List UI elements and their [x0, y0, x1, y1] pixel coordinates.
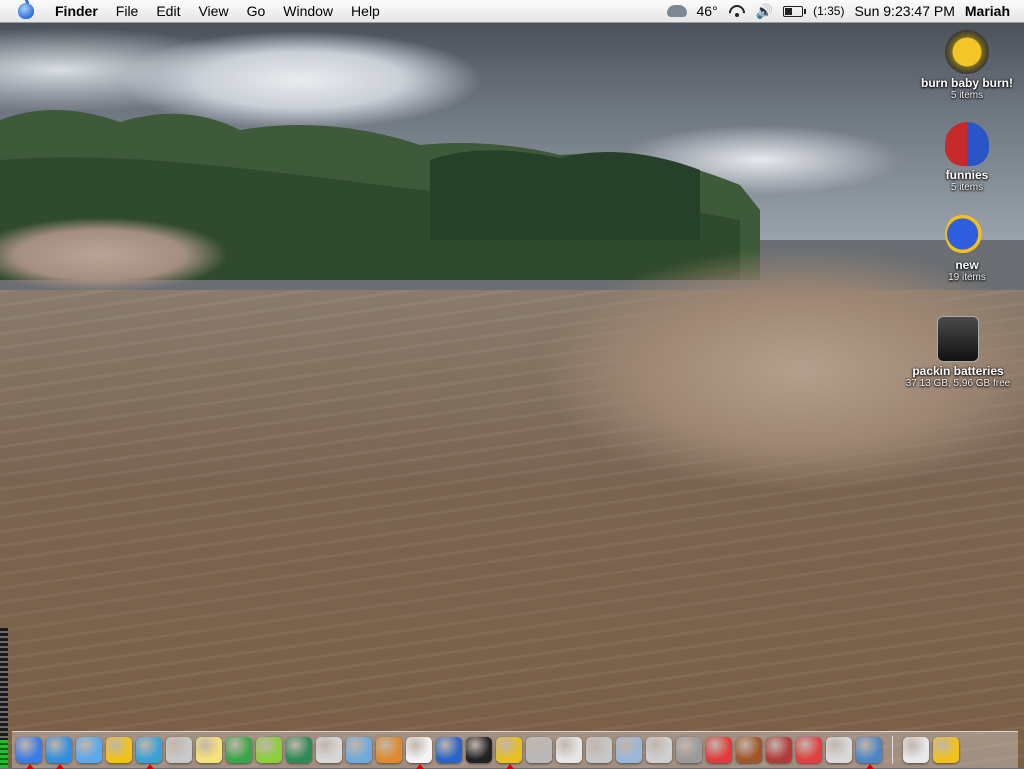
music-note-icon[interactable] [286, 737, 312, 763]
desktop-folder-funnies[interactable]: funnies 5 items [902, 122, 1024, 193]
finder-icon[interactable] [16, 737, 42, 763]
terminal-icon[interactable] [466, 737, 492, 763]
thermometer-icon[interactable] [796, 737, 822, 763]
ical-icon[interactable] [406, 737, 432, 763]
globe-icon[interactable] [226, 737, 252, 763]
color-wheel-icon[interactable] [496, 737, 522, 763]
photo-browser-icon[interactable] [856, 737, 882, 763]
desktop-item-name[interactable]: burn baby burn! [902, 76, 1024, 90]
desktop-item-info: 5 items [902, 90, 1024, 101]
level-meter-fill [0, 740, 8, 768]
fish-folder-icon[interactable] [945, 212, 989, 256]
mac-icon[interactable] [526, 737, 552, 763]
print-cd-icon[interactable] [706, 737, 732, 763]
status-area: 46° 🔊 (1:35) Sun 9:23:47 PM Mariah [667, 3, 1024, 20]
printer-icon[interactable] [676, 737, 702, 763]
iphoto-icon[interactable] [376, 737, 402, 763]
preview-icon[interactable] [346, 737, 372, 763]
weather-icon[interactable] [667, 5, 687, 17]
app-menu[interactable]: Finder [46, 3, 107, 19]
safari-icon[interactable] [46, 737, 72, 763]
wifi-icon[interactable] [728, 5, 746, 17]
menu-bar: Finder File Edit View Go Window Help 46°… [0, 0, 1024, 23]
clock[interactable]: Sun 9:23:47 PM [854, 3, 954, 19]
dvd-player-icon[interactable] [586, 737, 612, 763]
dock [12, 731, 1018, 768]
apple-icon[interactable] [826, 737, 852, 763]
menu-go[interactable]: Go [238, 3, 275, 19]
desktop-item-info: 37.13 GB, 5.96 GB free [892, 378, 1024, 389]
level-meter [0, 628, 8, 768]
menu-edit[interactable]: Edit [147, 3, 189, 19]
menu-view[interactable]: View [189, 3, 237, 19]
temperature[interactable]: 46° [697, 3, 718, 19]
dolphin-icon[interactable] [616, 737, 642, 763]
word-icon[interactable] [436, 737, 462, 763]
disk-utility-icon[interactable] [646, 737, 672, 763]
trash-icon[interactable] [933, 737, 959, 763]
desktop-drive-packin-batteries[interactable]: packin batteries 37.13 GB, 5.96 GB free [892, 316, 1024, 389]
antenna-icon[interactable] [766, 737, 792, 763]
desktop-item-info: 5 items [902, 182, 1024, 193]
magnifier-icon[interactable] [166, 737, 192, 763]
stickies-icon[interactable] [196, 737, 222, 763]
menu-window[interactable]: Window [274, 3, 342, 19]
battery-time[interactable]: (1:35) [813, 4, 844, 18]
user-menu[interactable]: Mariah [965, 3, 1010, 19]
apple-menu-icon[interactable] [18, 3, 34, 19]
users-icon[interactable] [136, 737, 162, 763]
brush-left [0, 200, 260, 310]
desktop-folder-burn-baby-burn[interactable]: burn baby burn! 5 items [902, 30, 1024, 101]
desktop-item-info: 19 items [902, 272, 1024, 283]
funnies-folder-icon[interactable] [945, 122, 989, 166]
ichat-icon[interactable] [76, 737, 102, 763]
desktop-folder-new[interactable]: new 19 items [902, 212, 1024, 283]
mail-tray-icon[interactable] [903, 737, 929, 763]
desktop-wallpaper [0, 0, 1024, 768]
dock-separator [892, 736, 893, 764]
clock-icon[interactable] [736, 737, 762, 763]
menu-file[interactable]: File [107, 3, 148, 19]
menu-help[interactable]: Help [342, 3, 389, 19]
burn-folder-icon[interactable] [945, 30, 989, 74]
desktop-item-name[interactable]: packin batteries [892, 364, 1024, 378]
chess-icon[interactable] [556, 737, 582, 763]
adium-duck-icon[interactable] [106, 737, 132, 763]
flower-icon[interactable] [256, 737, 282, 763]
desktop-item-name[interactable]: funnies [902, 168, 1024, 182]
desktop-item-name[interactable]: new [902, 258, 1024, 272]
battery-icon[interactable] [783, 6, 803, 17]
hard-drive-icon[interactable] [937, 316, 979, 362]
volume-icon[interactable]: 🔊 [756, 3, 773, 20]
mplayer-icon[interactable] [316, 737, 342, 763]
